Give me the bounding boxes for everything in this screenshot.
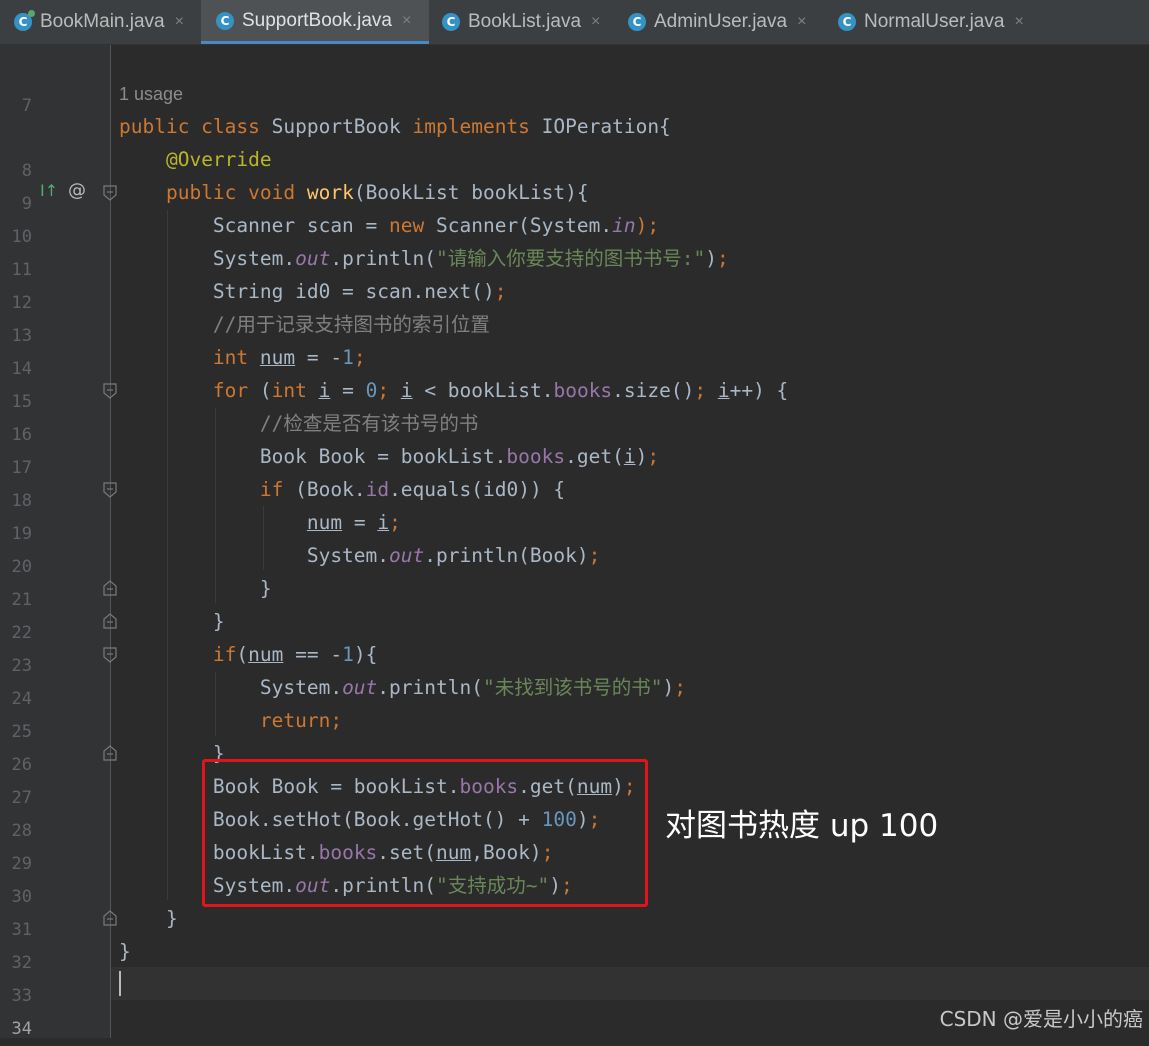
java-class-icon: C — [442, 13, 460, 31]
code-line[interactable]: System.out.println("未找到该书号的书"); — [119, 671, 686, 704]
code-line[interactable]: int num = -1; — [119, 341, 366, 374]
line-number: 23 — [11, 656, 32, 676]
java-class-icon: C — [14, 10, 35, 31]
tab-label: NormalUser.java — [864, 11, 1005, 32]
fold-open-icon[interactable] — [103, 185, 117, 201]
override-at-icon[interactable]: @ — [68, 180, 86, 201]
line-number: 9 — [21, 194, 32, 214]
editor-tab-bar: C BookMain.java × C SupportBook.java × C… — [0, 0, 1149, 45]
code-line[interactable]: String id0 = scan.next(); — [119, 275, 507, 308]
line-number: 11 — [11, 260, 32, 280]
red-highlight-box — [202, 759, 648, 907]
line-number: 17 — [11, 458, 32, 478]
code-line[interactable]: System.out.println("请输入你要支持的图书书号:"); — [119, 242, 729, 275]
implements-method-icon[interactable]: I↑ — [40, 181, 58, 200]
tab-label: BookList.java — [468, 11, 582, 32]
line-number: 18 — [11, 491, 32, 511]
fold-close-icon[interactable] — [103, 613, 117, 629]
fold-close-icon[interactable] — [103, 910, 117, 926]
code-line[interactable]: //检查是否有该书号的书 — [119, 407, 478, 440]
fold-open-icon[interactable] — [103, 383, 117, 399]
tab-bookmain[interactable]: C BookMain.java × — [0, 0, 200, 44]
code-line[interactable]: num = i; — [119, 506, 401, 539]
tab-normaluser[interactable]: C NormalUser.java × — [828, 0, 1048, 44]
line-number: 33 — [11, 986, 32, 1006]
close-icon[interactable]: × — [797, 13, 806, 31]
code-line[interactable]: } — [119, 902, 178, 935]
code-line[interactable]: System.out.println(Book); — [119, 539, 601, 572]
line-number: 29 — [11, 854, 32, 874]
tab-supportbook[interactable]: C SupportBook.java × — [201, 0, 429, 44]
line-number: 26 — [11, 755, 32, 775]
close-icon[interactable]: × — [591, 13, 600, 31]
line-number: 22 — [11, 623, 32, 643]
tab-label: SupportBook.java — [242, 9, 392, 31]
line-number: 27 — [11, 788, 32, 808]
fold-close-icon[interactable] — [103, 745, 117, 761]
line-number: 12 — [11, 293, 32, 313]
line-number: 20 — [11, 557, 32, 577]
tab-label: BookMain.java — [40, 11, 165, 32]
line-number: 13 — [11, 326, 32, 346]
code-line[interactable]: public class SupportBook implements IOPe… — [119, 110, 671, 143]
tab-label: AdminUser.java — [654, 11, 788, 32]
code-line[interactable]: } — [119, 605, 225, 638]
usage-hint[interactable]: 1 usage — [119, 78, 183, 111]
csdn-watermark: CSDN @爱是小小的癌 — [939, 1007, 1143, 1031]
code-line[interactable]: return; — [119, 704, 342, 737]
close-icon[interactable]: × — [175, 13, 184, 31]
current-line-highlight — [111, 967, 1149, 1000]
line-number: 15 — [11, 392, 32, 412]
line-number: 21 — [11, 590, 32, 610]
java-class-icon: C — [838, 13, 856, 31]
code-line[interactable]: //用于记录支持图书的索引位置 — [119, 308, 490, 341]
code-line[interactable]: Scanner scan = new Scanner(System.in); — [119, 209, 659, 242]
code-line[interactable]: for (int i = 0; i < bookList.books.size(… — [119, 374, 788, 407]
text-caret — [119, 971, 121, 996]
line-number: 14 — [11, 359, 32, 379]
code-line[interactable]: Book Book = bookList.books.get(i); — [119, 440, 659, 473]
line-number: 30 — [11, 887, 32, 907]
line-number: 24 — [11, 689, 32, 709]
java-class-icon: C — [628, 13, 646, 31]
line-number: 8 — [21, 161, 32, 181]
line-number: 10 — [11, 227, 32, 247]
tab-booklist[interactable]: C BookList.java × — [430, 0, 616, 44]
line-number: 25 — [11, 722, 32, 742]
fold-open-icon[interactable] — [103, 482, 117, 498]
line-number: 7 — [21, 96, 32, 116]
fold-close-icon[interactable] — [103, 580, 117, 596]
code-line[interactable]: } — [119, 572, 272, 605]
java-class-icon: C — [216, 11, 234, 30]
code-line[interactable]: @Override — [119, 143, 272, 176]
line-number-current: 34 — [11, 1019, 32, 1039]
line-number: 31 — [11, 920, 32, 940]
line-number: 16 — [11, 425, 32, 445]
annotation-note: 对图书热度 up 100 — [665, 808, 939, 844]
code-line[interactable]: public void work(BookList bookList){ — [119, 176, 589, 209]
close-icon[interactable]: × — [402, 12, 411, 30]
close-icon[interactable]: × — [1014, 13, 1023, 31]
line-number: 19 — [11, 524, 32, 544]
fold-open-icon[interactable] — [103, 647, 117, 663]
tab-adminuser[interactable]: C AdminUser.java × — [617, 0, 827, 44]
code-line[interactable]: if (Book.id.equals(id0)) { — [119, 473, 565, 506]
line-number: 32 — [11, 953, 32, 973]
line-number: 28 — [11, 821, 32, 841]
code-line[interactable]: if(num == -1){ — [119, 638, 377, 671]
code-line[interactable]: } — [119, 935, 131, 968]
